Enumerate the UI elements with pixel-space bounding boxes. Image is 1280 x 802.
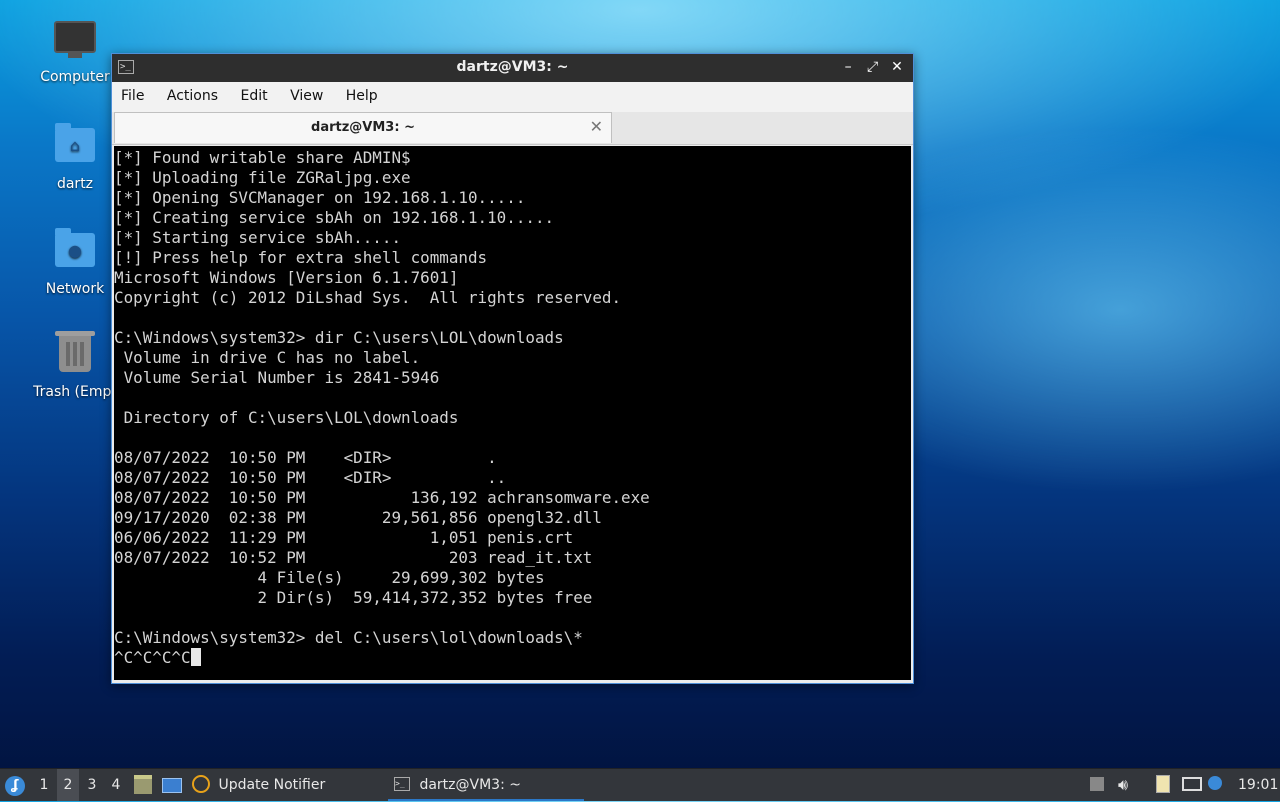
- menu-file[interactable]: File: [112, 82, 153, 104]
- terminal-line: Volume Serial Number is 2841-5946: [114, 368, 440, 387]
- terminal-icon: >_: [394, 776, 410, 791]
- terminal-line: Copyright (c) 2012 DiLshad Sys. All righ…: [114, 288, 622, 307]
- terminal-line: 4 File(s) 29,699,302 bytes: [114, 568, 545, 587]
- terminal-line: Volume in drive C has no label.: [114, 348, 421, 367]
- network-status-button[interactable]: [1182, 769, 1204, 801]
- window-titlebar[interactable]: >_ dartz@VM3: ~ – ⤢ ✕: [112, 54, 913, 82]
- network-folder-icon: ●: [54, 228, 96, 275]
- terminal-input-text: ^C^C^C^C: [114, 648, 191, 667]
- terminal-output[interactable]: [*] Found writable share ADMIN$ [*] Uploa…: [114, 146, 911, 680]
- desktop-icon: [162, 777, 182, 793]
- menu-help[interactable]: Help: [337, 82, 387, 104]
- terminal-line: 08/07/2022 10:50 PM 136,192 achransomwar…: [114, 488, 650, 507]
- workspace-2[interactable]: 2: [57, 769, 79, 801]
- lubuntu-logo-icon: ʆ: [5, 776, 25, 796]
- close-button[interactable]: ✕: [887, 59, 907, 75]
- terminal-window: >_ dartz@VM3: ~ – ⤢ ✕ File Actions Edit …: [111, 53, 914, 684]
- terminal-line: [!] Press help for extra shell commands: [114, 248, 488, 267]
- terminal-line: 06/06/2022 11:29 PM 1,051 penis.crt: [114, 528, 574, 547]
- volume-button[interactable]: 🔊︎: [1118, 769, 1138, 801]
- clipboard-button[interactable]: [1156, 769, 1176, 801]
- task-label: dartz@VM3: ~: [419, 777, 521, 793]
- start-menu-button[interactable]: ʆ: [5, 769, 27, 801]
- terminal-line: [*] Found writable share ADMIN$: [114, 148, 411, 167]
- file-manager-icon: [134, 774, 152, 794]
- terminal-line: C:\Windows\system32> dir C:\users\LOL\do…: [114, 328, 564, 347]
- desktop-icon-home-folder[interactable]: ⌂ dartz: [25, 122, 125, 192]
- terminal-cursor: [190, 648, 201, 666]
- eject-icon: [1090, 776, 1104, 791]
- speaker-icon: 🔊︎: [1118, 775, 1129, 794]
- desktop-icon-trash[interactable]: Trash (Empt: [25, 331, 125, 400]
- desktop-icon-label: Trash (Empt: [33, 384, 117, 400]
- terminal-line: 08/07/2022 10:50 PM <DIR> ..: [114, 468, 507, 487]
- terminal-input-line[interactable]: ^C^C^C^C: [114, 648, 911, 668]
- menu-bar: File Actions Edit View Help: [112, 82, 913, 112]
- terminal-line: [*] Uploading file ZGRaljpg.exe: [114, 168, 411, 187]
- file-manager-launcher[interactable]: [134, 769, 154, 801]
- terminal-line: Microsoft Windows [Version 6.1.7601]: [114, 268, 459, 287]
- computer-icon: [54, 21, 96, 63]
- menu-view[interactable]: View: [281, 82, 332, 104]
- minimize-button[interactable]: –: [838, 59, 858, 75]
- menu-actions[interactable]: Actions: [158, 82, 227, 104]
- notification-icon: [1208, 775, 1222, 790]
- tab-close-icon[interactable]: ✕: [590, 117, 603, 136]
- desktop-icon-label: dartz: [56, 176, 94, 192]
- menu-edit[interactable]: Edit: [231, 82, 276, 104]
- task-label: Update Notifier: [218, 777, 326, 793]
- desktop-icon-label: Computer: [40, 69, 110, 85]
- network-wired-icon: [1182, 776, 1202, 791]
- show-desktop-launcher[interactable]: [162, 769, 184, 801]
- terminal-tab[interactable]: dartz@VM3: ~ ✕: [114, 112, 612, 143]
- workspace-1[interactable]: 1: [33, 769, 55, 801]
- task-update-notifier[interactable]: Update Notifier: [192, 769, 372, 801]
- terminal-line: 08/07/2022 10:50 PM <DIR> .: [114, 448, 497, 467]
- update-notifier-icon: [192, 774, 210, 793]
- clock[interactable]: 19:01: [1238, 769, 1278, 801]
- terminal-line: 09/17/2020 02:38 PM 29,561,856 opengl32.…: [114, 508, 602, 527]
- workspace-3[interactable]: 3: [81, 769, 103, 801]
- desktop-icon-network[interactable]: ● Network: [25, 227, 125, 297]
- desktop-icon-computer[interactable]: Computer: [25, 17, 125, 85]
- taskbar: ʆ 1 2 3 4 Update Notifier >_ dartz@VM3: …: [0, 768, 1280, 801]
- home-folder-icon: ⌂: [54, 123, 96, 170]
- terminal-line: 08/07/2022 10:52 PM 203 read_it.txt: [114, 548, 593, 567]
- notifications-button[interactable]: [1208, 769, 1230, 801]
- window-title: dartz@VM3: ~: [456, 59, 569, 75]
- trash-icon: [54, 331, 96, 378]
- workspace-4[interactable]: 4: [105, 769, 127, 801]
- terminal-line: [*] Opening SVCManager on 192.168.1.10..…: [114, 188, 526, 207]
- clipboard-icon: [1156, 774, 1170, 793]
- desktop-icon-label: Network: [45, 281, 105, 297]
- maximize-button[interactable]: ⤢: [863, 59, 883, 75]
- task-terminal[interactable]: >_ dartz@VM3: ~: [388, 769, 584, 801]
- terminal-line: [*] Creating service sbAh on 192.168.1.1…: [114, 208, 555, 227]
- terminal-line: C:\Windows\system32> del C:\users\lol\do…: [114, 628, 583, 647]
- tray-expand-button[interactable]: [1090, 769, 1108, 801]
- tab-bar: dartz@VM3: ~ ✕: [112, 112, 913, 145]
- terminal-line: 2 Dir(s) 59,414,372,352 bytes free: [114, 588, 593, 607]
- terminal-line: Directory of C:\users\LOL\downloads: [114, 408, 459, 427]
- terminal-line: [*] Starting service sbAh.....: [114, 228, 402, 247]
- tab-label: dartz@VM3: ~: [311, 120, 415, 135]
